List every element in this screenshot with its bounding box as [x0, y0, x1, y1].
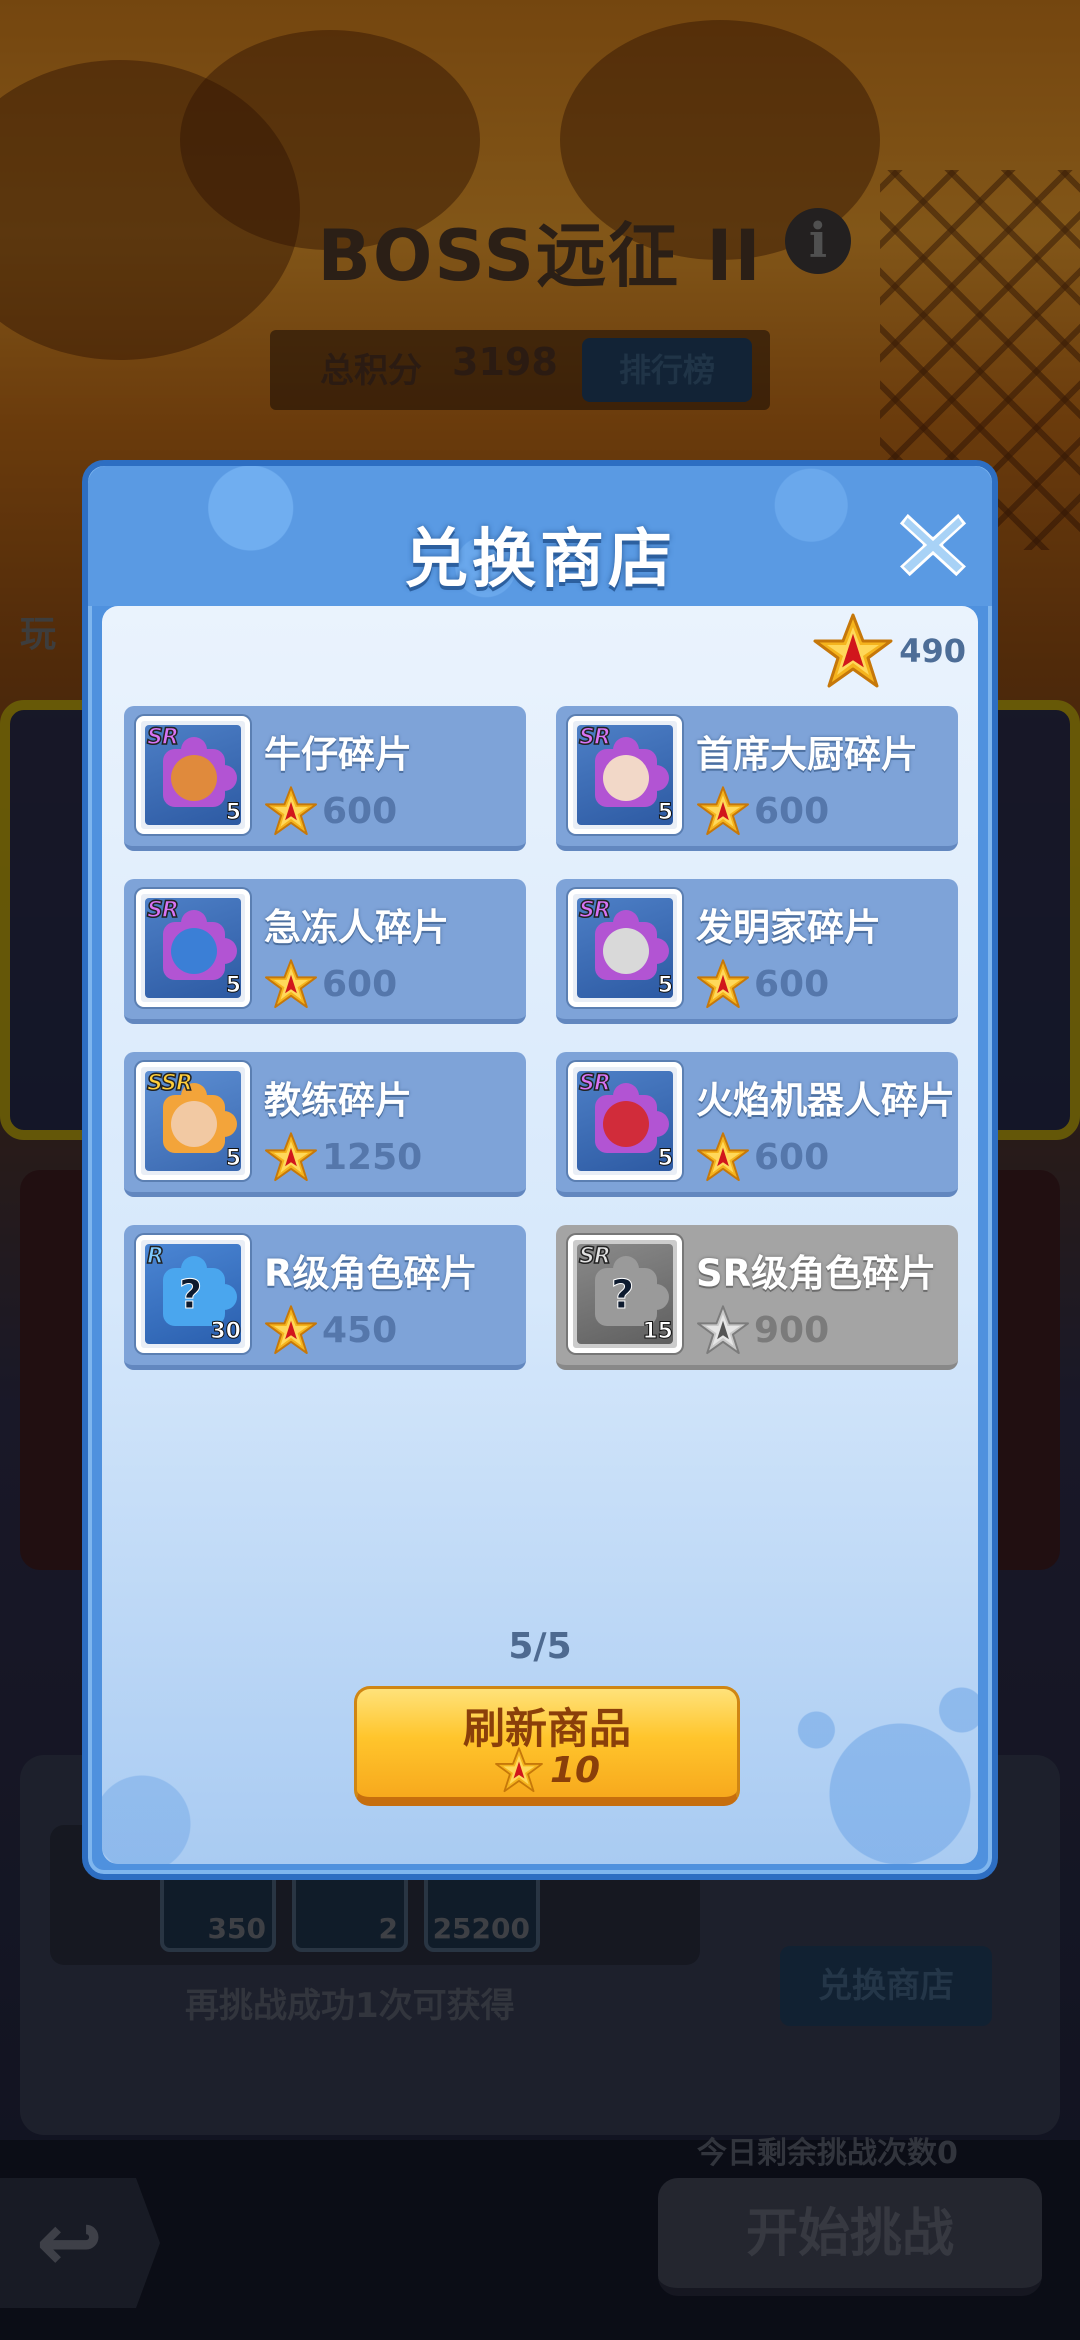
item-name: 首席大厨碎片: [696, 733, 918, 776]
shop-item-card[interactable]: SR 5 首席大厨碎片 600: [556, 706, 958, 851]
item-price: 600: [264, 959, 397, 1009]
rarity-badge: SR: [578, 1071, 611, 1097]
item-name: 火焰机器人碎片: [696, 1079, 955, 1122]
item-name: R级角色碎片: [264, 1252, 478, 1295]
price-value: 600: [754, 790, 830, 832]
thumbnail-bg: SR 5: [145, 898, 241, 998]
star-currency-icon: [697, 786, 749, 836]
item-price: 900: [696, 1305, 829, 1355]
item-thumbnail: SR 5: [136, 716, 250, 834]
item-thumbnail: SR 5: [568, 716, 682, 834]
item-quantity: 5: [225, 973, 241, 999]
star-currency-icon: [697, 1305, 749, 1355]
item-name: 教练碎片: [264, 1079, 412, 1122]
freezer-portrait-icon: [171, 928, 217, 974]
shop-item-card[interactable]: SR 5 牛仔碎片 600: [124, 706, 526, 851]
price-value: 900: [754, 1309, 830, 1351]
coach-portrait-icon: [171, 1101, 217, 1147]
thumbnail-bg: ? SR 15: [577, 1244, 673, 1344]
star-currency-icon: [697, 959, 749, 1009]
item-quantity: 5: [657, 973, 673, 999]
decor-splash: [768, 1674, 978, 1864]
rarity-badge: SR: [146, 725, 179, 751]
close-button[interactable]: [894, 506, 972, 584]
price-value: 600: [322, 963, 398, 1005]
shop-item-card[interactable]: SR 5 火焰机器人碎片 600: [556, 1052, 958, 1197]
puzzle-piece-icon: ?: [595, 1256, 669, 1326]
item-quantity: 5: [225, 800, 241, 826]
star-currency-icon: [813, 613, 893, 689]
item-name: 发明家碎片: [696, 906, 881, 949]
star-currency-icon: [265, 786, 317, 836]
thumbnail-bg: SR 5: [577, 898, 673, 998]
item-thumbnail: ? SR 15: [568, 1235, 682, 1353]
puzzle-piece-icon: ?: [163, 1256, 237, 1326]
dialog-title: 兑换商店: [404, 523, 676, 597]
shop-item-card[interactable]: ? R 30 R级角色碎片 450: [124, 1225, 526, 1370]
rarity-badge: SR: [578, 1244, 611, 1270]
question-mark-icon: ?: [178, 1272, 203, 1319]
question-mark-icon: ?: [610, 1272, 635, 1319]
item-thumbnail: SR 5: [568, 889, 682, 1007]
item-quantity: 15: [642, 1319, 673, 1345]
rarity-badge: SR: [578, 725, 611, 751]
item-price: 600: [696, 959, 829, 1009]
item-quantity: 5: [657, 1146, 673, 1172]
shop-item-card[interactable]: SR 5 急冻人碎片 600: [124, 879, 526, 1024]
thumbnail-bg: SR 5: [577, 1071, 673, 1171]
inventor-portrait-icon: [603, 928, 649, 974]
refresh-goods-button[interactable]: 刷新商品 10: [354, 1686, 740, 1806]
decor-splash: [102, 1764, 202, 1864]
item-quantity: 30: [210, 1319, 241, 1345]
flame-robot-portrait-icon: [603, 1101, 649, 1147]
item-price: 600: [264, 786, 397, 836]
chef-portrait-icon: [603, 755, 649, 801]
refresh-count: 5/5: [508, 1626, 572, 1667]
cowboy-portrait-icon: [171, 755, 217, 801]
rarity-badge: R: [146, 1244, 164, 1270]
item-thumbnail: SR 5: [568, 1062, 682, 1180]
item-price: 450: [264, 1305, 397, 1355]
shop-item-card-disabled[interactable]: ? SR 15 SR级角色碎片 900: [556, 1225, 958, 1370]
price-value: 450: [322, 1309, 398, 1351]
price-value: 600: [322, 790, 398, 832]
thumbnail-bg: SR 5: [145, 725, 241, 825]
thumbnail-bg: ? R 30: [145, 1244, 241, 1344]
rarity-badge: SR: [146, 898, 179, 924]
price-value: 600: [754, 1136, 830, 1178]
item-name: 急冻人碎片: [264, 906, 449, 949]
star-currency-icon: [495, 1747, 543, 1793]
star-currency-icon: [265, 1132, 317, 1182]
shop-item-grid: SR 5 牛仔碎片 600 SR 5 首席大厨碎片 600 SR 5 急冻人碎片…: [124, 706, 960, 1370]
item-quantity: 5: [225, 1146, 241, 1172]
item-name: SR级角色碎片: [696, 1252, 937, 1295]
item-price: 600: [696, 1132, 829, 1182]
refresh-cost-value: 10: [549, 1749, 601, 1791]
item-price: 600: [696, 786, 829, 836]
shop-item-card[interactable]: SR 5 发明家碎片 600: [556, 879, 958, 1024]
refresh-cost: 10: [357, 1747, 737, 1793]
close-x-icon: [896, 510, 970, 580]
exchange-shop-dialog: 兑换商店 490 SR 5 牛仔碎片 600 SR 5 首席大厨碎片 600 S…: [82, 460, 998, 1880]
star-currency-icon: [697, 1132, 749, 1182]
shop-content: 490 SR 5 牛仔碎片 600 SR 5 首席大厨碎片 600 SR 5 急…: [102, 606, 978, 1864]
thumbnail-bg: SR 5: [577, 725, 673, 825]
item-price: 1250: [264, 1132, 422, 1182]
shop-item-card[interactable]: SSR 5 教练碎片 1250: [124, 1052, 526, 1197]
balance-value: 490: [899, 632, 966, 670]
price-value: 600: [754, 963, 830, 1005]
currency-balance: 490: [813, 613, 966, 689]
star-currency-icon: [265, 959, 317, 1009]
thumbnail-bg: SSR 5: [145, 1071, 241, 1171]
item-name: 牛仔碎片: [264, 733, 412, 776]
rarity-badge: SR: [578, 898, 611, 924]
star-currency-icon: [265, 1305, 317, 1355]
rarity-badge: SSR: [146, 1071, 193, 1097]
item-thumbnail: SR 5: [136, 889, 250, 1007]
item-thumbnail: ? R 30: [136, 1235, 250, 1353]
item-thumbnail: SSR 5: [136, 1062, 250, 1180]
item-quantity: 5: [657, 800, 673, 826]
price-value: 1250: [322, 1136, 423, 1178]
